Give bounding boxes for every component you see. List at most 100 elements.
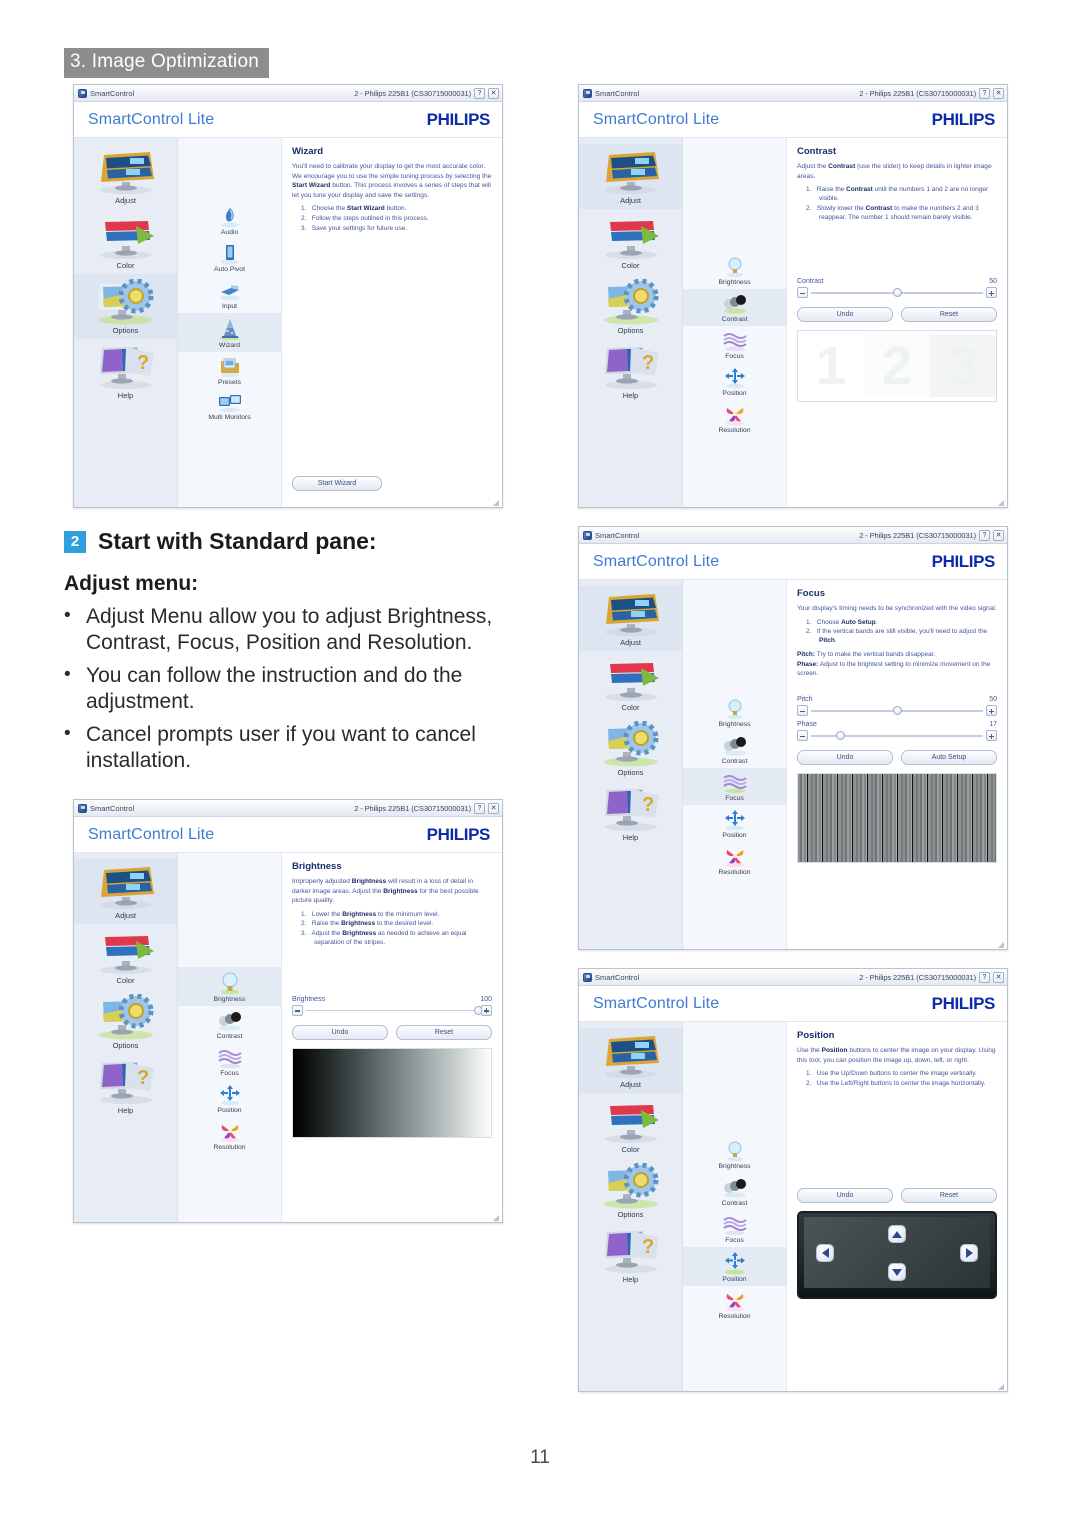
submenu-item-brightness[interactable]: Brightness	[683, 1136, 786, 1173]
help-icon[interactable]: ?	[474, 87, 485, 99]
decrease-button[interactable]	[797, 287, 808, 299]
submenu-item-multi-monitors[interactable]: Multi Monitors	[178, 389, 281, 424]
slider-thumb[interactable]	[892, 706, 902, 716]
submenu-item-contrast[interactable]: Contrast	[683, 1173, 786, 1210]
resize-grip[interactable]: ◢	[998, 499, 1004, 507]
smartcontrol-window-brightness[interactable]: SmartControl 2 - Philips 225B1 (CS307150…	[73, 799, 503, 1223]
close-icon[interactable]: ✕	[993, 87, 1004, 99]
slider-track[interactable]	[811, 705, 983, 716]
auto-setup-button[interactable]: Auto Setup	[901, 750, 997, 766]
submenu-item-resolution[interactable]: Resolution	[683, 842, 786, 879]
submenu-item-presets[interactable]: Presets	[178, 352, 281, 389]
start-wizard-button[interactable]: Start Wizard	[292, 476, 382, 491]
reset-button[interactable]: Reset	[396, 1024, 492, 1040]
left-arrow-button[interactable]	[816, 1243, 834, 1262]
titlebar[interactable]: SmartControl 2 - Philips 225B1 (CS307150…	[579, 85, 1007, 102]
menu-item-options[interactable]: Options	[579, 1158, 682, 1223]
increase-button[interactable]	[986, 287, 997, 299]
submenu-item-contrast[interactable]: Contrast	[683, 731, 786, 768]
menu-item-help[interactable]: ? Help	[579, 1223, 682, 1288]
submenu-item-input[interactable]: Input	[178, 276, 281, 313]
menu-item-adjust[interactable]: Adjust	[74, 144, 177, 209]
menu-item-help[interactable]: ? Help	[74, 1054, 177, 1119]
decrease-button[interactable]	[292, 1004, 303, 1016]
smartcontrol-window-wizard[interactable]: SmartControl 2 - Philips 225B1 (CS307150…	[73, 84, 503, 508]
menu-item-options[interactable]: Options	[74, 274, 177, 339]
submenu-item-position[interactable]: Position	[178, 1080, 281, 1117]
titlebar[interactable]: SmartControl 2 - Philips 225B1 (CS307150…	[74, 85, 502, 102]
undo-button[interactable]: Undo	[292, 1024, 388, 1040]
submenu-item-focus[interactable]: Focus	[683, 768, 786, 805]
slider-thumb[interactable]	[892, 288, 902, 298]
menu-item-options[interactable]: Options	[579, 274, 682, 339]
close-icon[interactable]: ✕	[993, 529, 1004, 541]
submenu-item-position[interactable]: Position	[683, 363, 786, 400]
submenu-item-focus[interactable]: Focus	[683, 326, 786, 363]
increase-button[interactable]	[986, 705, 997, 717]
increase-button[interactable]	[481, 1004, 492, 1016]
phase-slider-block[interactable]: Phase 17	[797, 721, 997, 742]
submenu-item-focus[interactable]: Focus	[178, 1043, 281, 1080]
menu-item-options[interactable]: Options	[74, 989, 177, 1054]
increase-button[interactable]	[986, 730, 997, 742]
submenu-item-position[interactable]: Position	[683, 1247, 786, 1286]
reset-button[interactable]: Reset	[901, 307, 997, 323]
submenu-item-resolution[interactable]: Resolution	[683, 1286, 786, 1323]
smartcontrol-window-position[interactable]: SmartControl 2 - Philips 225B1 (CS307150…	[578, 968, 1008, 1392]
undo-button[interactable]: Undo	[797, 1188, 893, 1204]
submenu-item-resolution[interactable]: Resolution	[683, 400, 786, 437]
menu-item-help[interactable]: ? Help	[579, 339, 682, 404]
submenu-item-position[interactable]: Position	[683, 805, 786, 842]
menu-item-color[interactable]: Color	[74, 924, 177, 989]
titlebar[interactable]: SmartControl 2 - Philips 225B1 (CS307150…	[74, 800, 502, 817]
pitch-slider-block[interactable]: Pitch 50	[797, 696, 997, 717]
decrease-button[interactable]	[797, 705, 808, 717]
smartcontrol-window-focus[interactable]: SmartControl 2 - Philips 225B1 (CS307150…	[578, 526, 1008, 950]
submenu-item-wizard[interactable]: Wizard	[178, 313, 281, 352]
submenu-item-resolution[interactable]: Resolution	[178, 1117, 281, 1154]
resize-grip[interactable]: ◢	[998, 1383, 1004, 1391]
resize-grip[interactable]: ◢	[493, 1214, 499, 1222]
menu-item-help[interactable]: ? Help	[74, 339, 177, 404]
submenu-item-brightness[interactable]: Brightness	[178, 967, 281, 1006]
contrast-slider-block[interactable]: Contrast 50	[797, 278, 997, 299]
menu-item-color[interactable]: Color	[579, 651, 682, 716]
up-arrow-button[interactable]	[888, 1225, 906, 1244]
submenu-item-audio[interactable]: Audio	[178, 202, 281, 239]
resize-grip[interactable]: ◢	[493, 499, 499, 507]
reset-button[interactable]: Reset	[901, 1188, 997, 1204]
smartcontrol-window-contrast[interactable]: SmartControl 2 - Philips 225B1 (CS307150…	[578, 84, 1008, 508]
menu-item-options[interactable]: Options	[579, 716, 682, 781]
help-icon[interactable]: ?	[474, 802, 485, 814]
submenu-item-brightness[interactable]: Brightness	[683, 252, 786, 289]
slider-track[interactable]	[811, 287, 983, 298]
down-arrow-button[interactable]	[888, 1263, 906, 1282]
menu-item-adjust[interactable]: Adjust	[579, 1028, 682, 1093]
slider-thumb[interactable]	[835, 731, 845, 741]
menu-item-adjust[interactable]: Adjust	[579, 586, 682, 651]
submenu-item-focus[interactable]: Focus	[683, 1210, 786, 1247]
right-arrow-button[interactable]	[960, 1243, 978, 1262]
decrease-button[interactable]	[797, 730, 808, 742]
close-icon[interactable]: ✕	[488, 802, 499, 814]
submenu-item-auto-pivot[interactable]: Auto Pivot	[178, 239, 281, 276]
menu-item-help[interactable]: ? Help	[579, 781, 682, 846]
submenu-item-contrast[interactable]: Contrast	[683, 289, 786, 326]
undo-button[interactable]: Undo	[797, 750, 893, 766]
titlebar[interactable]: SmartControl 2 - Philips 225B1 (CS307150…	[579, 527, 1007, 544]
menu-item-adjust[interactable]: Adjust	[579, 144, 682, 209]
menu-item-color[interactable]: Color	[579, 1093, 682, 1158]
slider-track[interactable]	[306, 1005, 483, 1016]
submenu-item-brightness[interactable]: Brightness	[683, 694, 786, 731]
menu-item-color[interactable]: Color	[74, 209, 177, 274]
submenu-item-contrast[interactable]: Contrast	[178, 1006, 281, 1043]
close-icon[interactable]: ✕	[993, 971, 1004, 983]
undo-button[interactable]: Undo	[797, 307, 893, 323]
help-icon[interactable]: ?	[979, 529, 990, 541]
close-icon[interactable]: ✕	[488, 87, 499, 99]
brightness-slider-block[interactable]: Brightness 100	[292, 996, 492, 1016]
slider-track[interactable]	[811, 730, 983, 741]
menu-item-color[interactable]: Color	[579, 209, 682, 274]
menu-item-adjust[interactable]: Adjust	[74, 859, 177, 924]
resize-grip[interactable]: ◢	[998, 941, 1004, 949]
